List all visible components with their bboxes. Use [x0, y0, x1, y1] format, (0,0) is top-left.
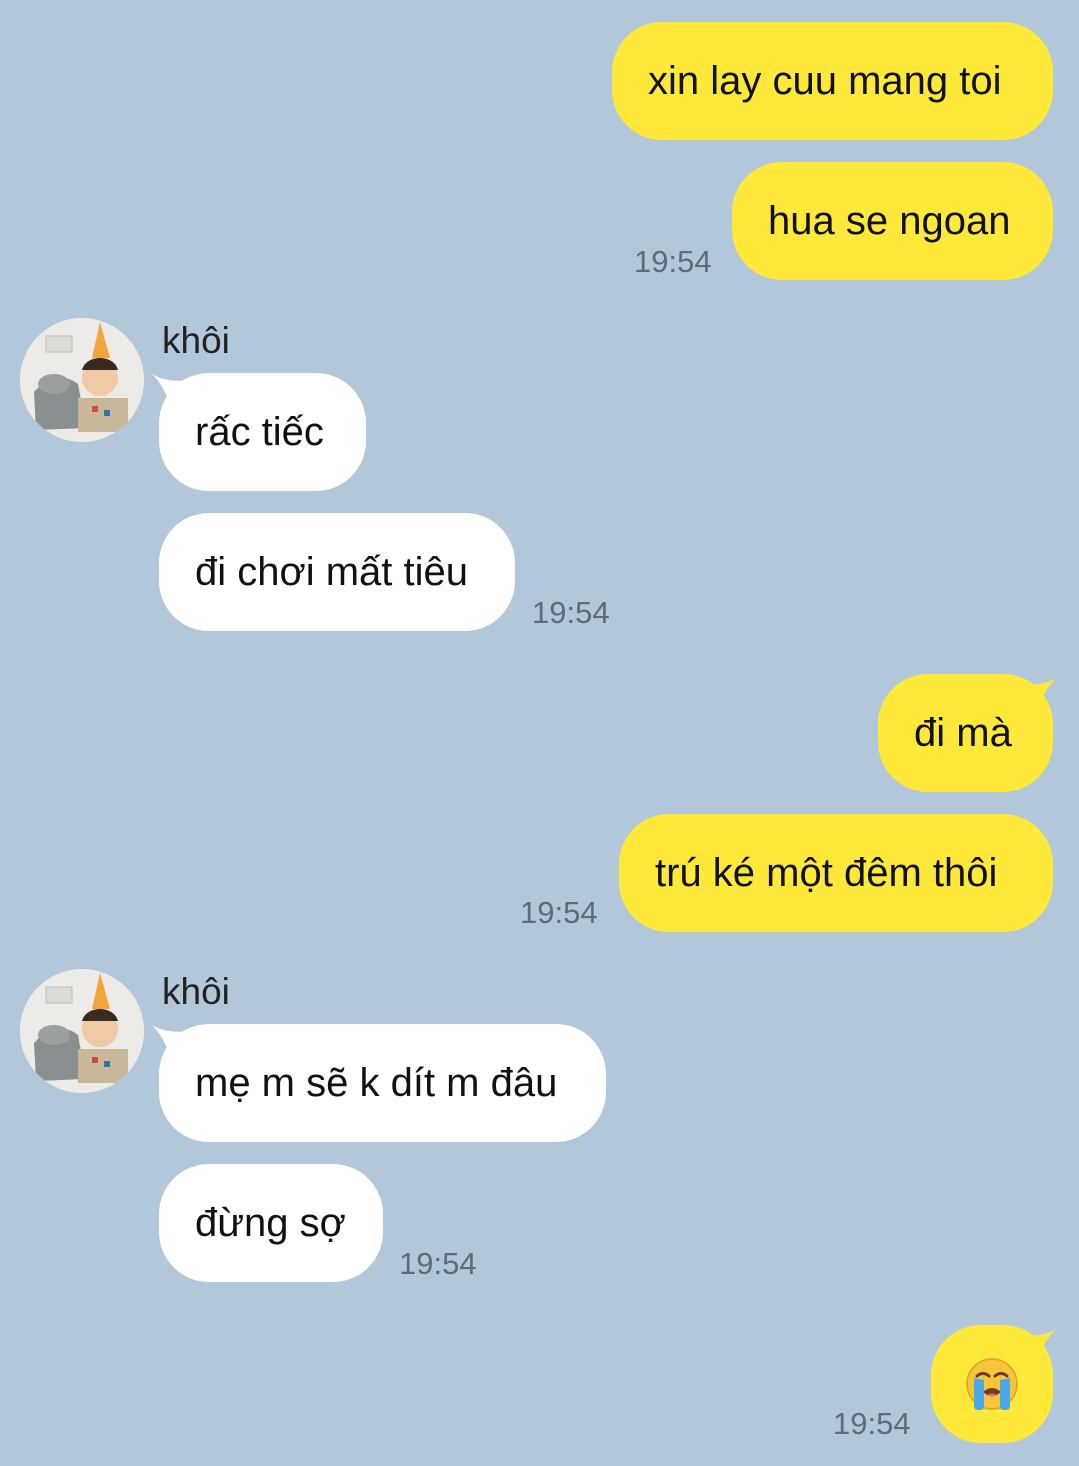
message-timestamp: 19:54 — [634, 244, 712, 279]
message-text: rấc tiếc — [195, 409, 324, 454]
avatar[interactable] — [20, 318, 144, 442]
their-message-bubble[interactable]: mẹ m sẽ k dít m đâu — [159, 1024, 606, 1142]
message-timestamp: 19:54 — [833, 1406, 911, 1441]
my-message-bubble[interactable]: xin lay cuu mang toi — [612, 22, 1053, 140]
their-message-bubble[interactable]: rấc tiếc — [159, 373, 366, 491]
message-timestamp: 19:54 — [532, 595, 610, 630]
message-text: mẹ m sẽ k dít m đâu — [195, 1060, 558, 1105]
loudly-crying-face-emoji-icon — [966, 1358, 1018, 1410]
message-text: xin lay cuu mang toi — [648, 58, 1002, 103]
message-timestamp: 19:54 — [399, 1246, 477, 1281]
avatar-photo-icon — [20, 969, 144, 1093]
their-message-bubble[interactable]: đừng sợ — [159, 1164, 383, 1282]
message-timestamp: 19:54 — [520, 895, 598, 930]
my-message-bubble[interactable]: trú ké một đêm thôi — [619, 814, 1053, 932]
my-message-bubble[interactable]: hua se ngoan — [732, 162, 1053, 280]
avatar-photo-icon — [20, 318, 144, 442]
sender-name: khôi — [162, 971, 230, 1012]
message-text: đi chơi mất tiêu — [195, 549, 469, 594]
my-message-bubble[interactable]: đi mà — [878, 674, 1053, 792]
message-text: trú ké một đêm thôi — [655, 850, 998, 895]
sender-name: khôi — [162, 320, 230, 361]
avatar[interactable] — [20, 969, 144, 1093]
my-message-bubble[interactable] — [931, 1325, 1053, 1443]
message-text: đi mà — [914, 710, 1012, 755]
message-text: đừng sợ — [195, 1200, 346, 1245]
message-text: hua se ngoan — [768, 198, 1011, 243]
their-message-bubble[interactable]: đi chơi mất tiêu — [159, 513, 515, 631]
